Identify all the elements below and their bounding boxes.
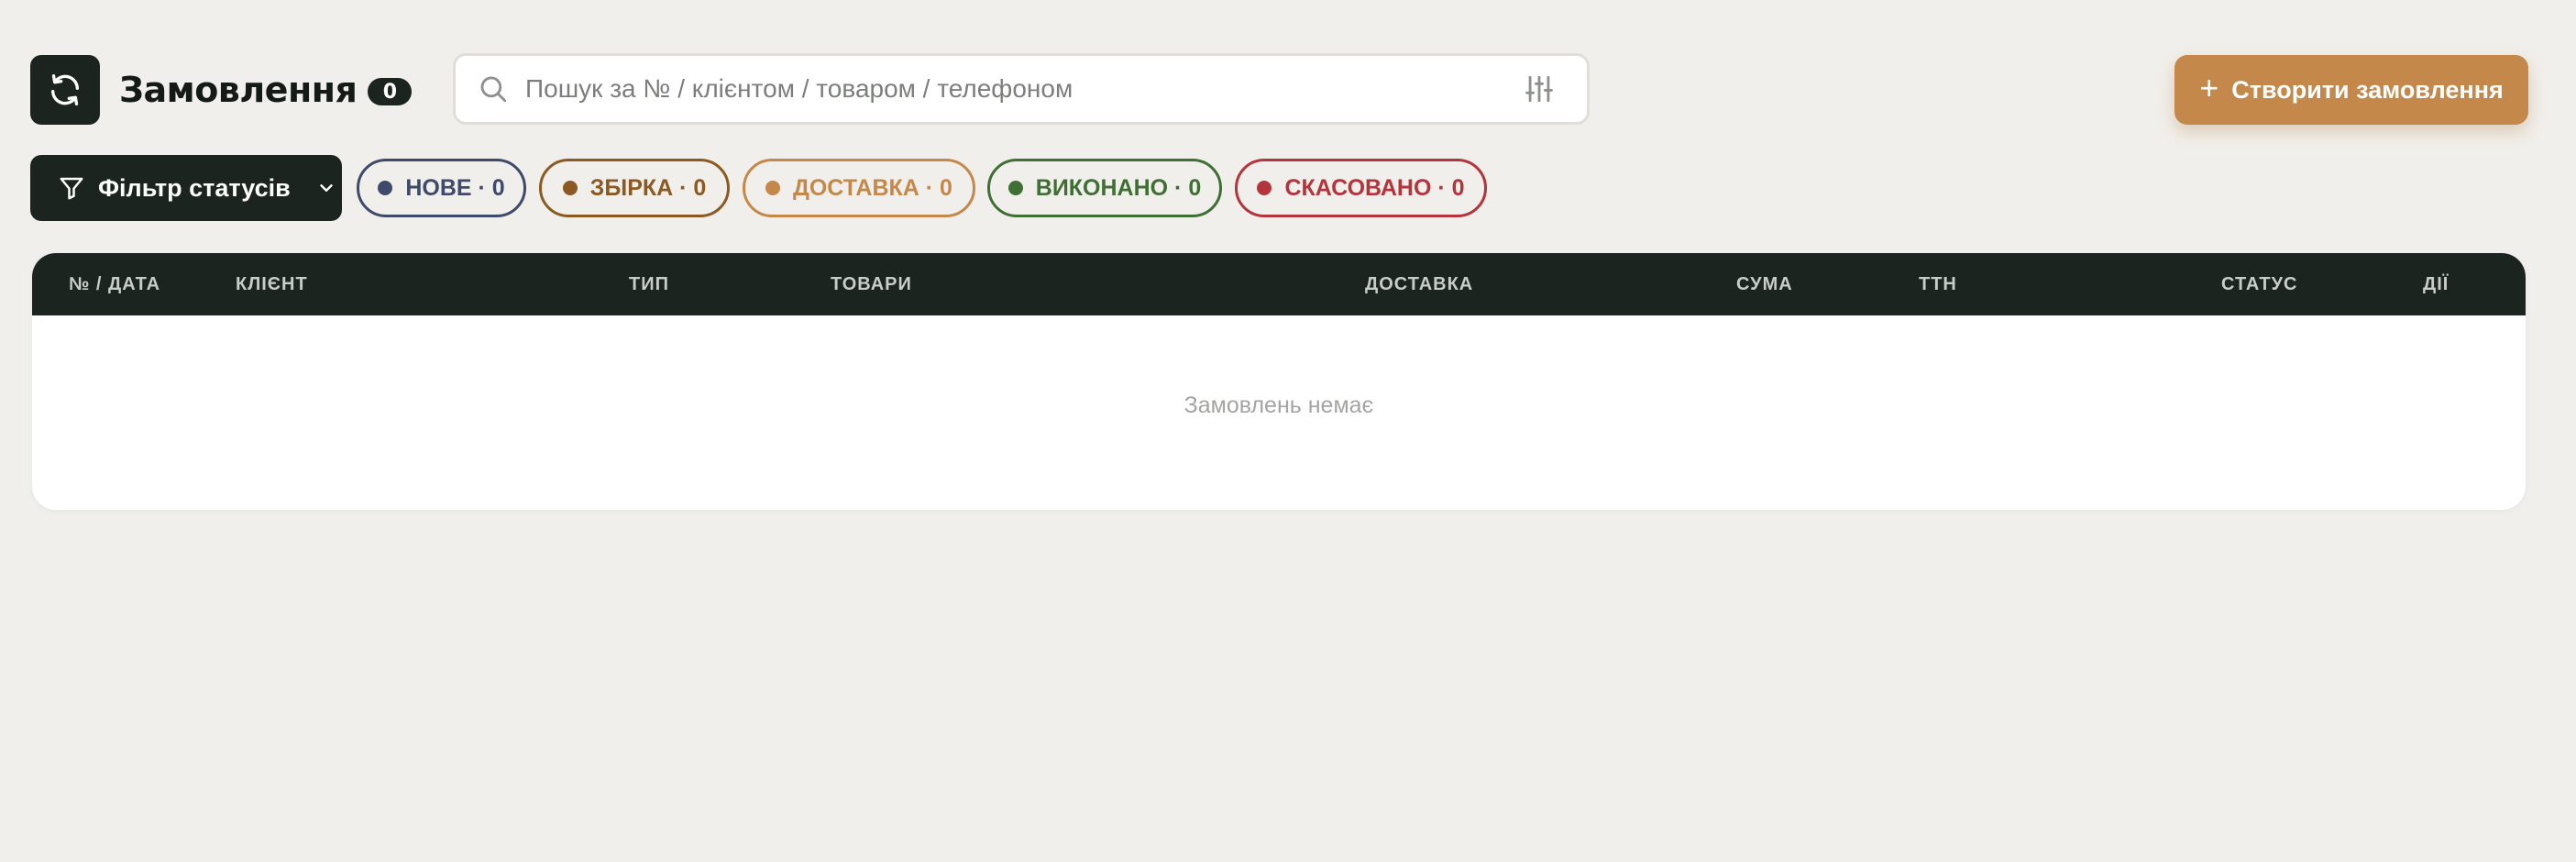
create-order-label: Створити замовлення [2231,75,2504,104]
status-pill-label: НОВЕ · 0 [405,174,505,201]
orders-table: № / ДАТА КЛІЄНТ ТИП ТОВАРИ ДОСТАВКА СУМА… [32,253,2526,510]
status-dot [378,181,393,195]
empty-state-message: Замовлень немає [1183,392,1374,418]
orders-count-badge: 0 [368,78,413,105]
status-pill-delivery[interactable]: ДОСТАВКА · 0 [743,159,975,217]
search-box [453,53,1590,125]
status-pill-cancelled[interactable]: СКАСОВАНО · 0 [1235,159,1487,217]
status-dot [1007,181,1023,195]
create-order-button[interactable]: + Створити замовлення [2174,55,2528,125]
sliders-icon [1525,75,1553,103]
column-header-status[interactable]: СТАТУС [2221,253,2297,315]
column-header-delivery[interactable]: ДОСТАВКА [1365,253,1473,315]
funnel-icon [60,177,83,200]
search-settings-button[interactable] [1519,69,1559,109]
page-title: Замовлення [119,70,358,110]
column-header-ttn[interactable]: ТТН [1919,253,1957,315]
column-header-actions[interactable]: ДІЇ [2423,253,2449,315]
plus-icon: + [2199,69,2219,106]
status-pill-done[interactable]: ВИКОНАНО · 0 [987,159,1222,217]
status-pill-label: ДОСТАВКА · 0 [793,174,952,201]
status-dot [765,181,781,195]
column-header-sum[interactable]: СУМА [1736,253,1793,315]
status-pill-new[interactable]: НОВЕ · 0 [357,159,526,217]
column-header-products[interactable]: ТОВАРИ [831,253,912,315]
column-header-client[interactable]: КЛІЄНТ [236,253,308,315]
status-filter-button[interactable]: Фільтр статусів [30,155,342,221]
status-dot [1257,181,1272,195]
status-dot [562,181,578,195]
status-pill-label: ЗБІРКА · 0 [589,174,707,201]
chevron-down-icon [320,184,333,192]
status-filter-label: Фільтр статусів [98,173,291,202]
refresh-icon [51,73,80,106]
status-pill-label: ВИКОНАНО · 0 [1035,174,1202,201]
status-pill-assembly[interactable]: ЗБІРКА · 0 [539,159,730,217]
orders-page: Замовлення 0 + Створити замовлення [0,0,2576,862]
column-header-number-date[interactable]: № / ДАТА [69,253,160,315]
refresh-button[interactable] [30,55,100,125]
search-icon [480,76,507,103]
title-group: Замовлення 0 [119,62,413,117]
status-pill-label: СКАСОВАНО · 0 [1284,174,1465,201]
search-input[interactable] [509,56,1519,122]
table-header: № / ДАТА КЛІЄНТ ТИП ТОВАРИ ДОСТАВКА СУМА… [32,253,2526,315]
column-header-type[interactable]: ТИП [629,253,669,315]
